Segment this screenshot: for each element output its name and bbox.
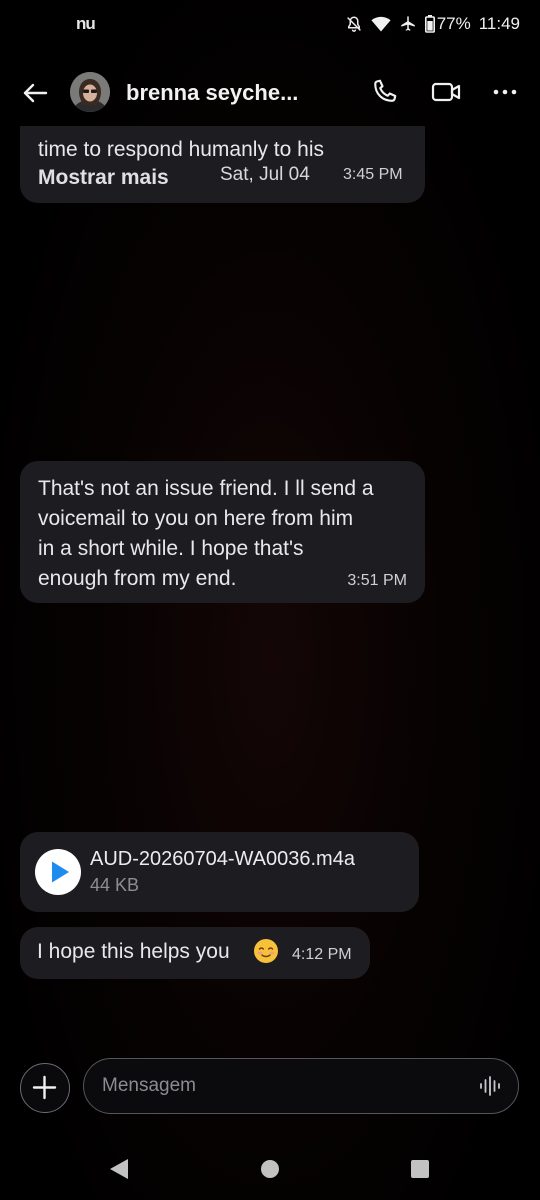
square-recents-icon (411, 1160, 429, 1178)
show-more-link[interactable]: Mostrar mais (38, 166, 169, 190)
nav-recents-button[interactable] (410, 1159, 430, 1179)
message-line: That's not an issue friend. I ll send a (38, 477, 374, 500)
status-icons: 77% 11:49 (345, 14, 520, 34)
message-time: 4:12 PM (292, 946, 352, 963)
add-attachment-button[interactable] (20, 1063, 70, 1113)
phone-icon (374, 79, 397, 102)
video-camera-icon (431, 82, 461, 102)
airplane-icon (400, 16, 415, 31)
message-time: 3:45 PM (343, 166, 403, 183)
nav-back-button[interactable] (108, 1157, 130, 1181)
audio-attachment[interactable]: AUD-20260704-WA0036.m4a 44 KB (20, 832, 419, 912)
play-icon (52, 861, 69, 883)
message-date: Sat, Jul 04 (220, 164, 310, 185)
smiling-face-icon (254, 939, 278, 963)
triangle-back-icon (110, 1159, 128, 1179)
message-text: I hope this helps you (37, 940, 230, 963)
more-options-button[interactable] (490, 77, 520, 107)
voice-message-button[interactable] (478, 1074, 502, 1098)
battery-icon (424, 15, 435, 33)
mute-bell-icon (346, 16, 361, 32)
message-bubble[interactable]: I hope this helps you 4:12 PM (20, 927, 370, 979)
more-horizontal-icon (493, 89, 517, 95)
status-bar: nu 77% 11:49 (0, 0, 540, 52)
call-button[interactable] (369, 77, 399, 107)
chat-header: brenna seyche... (0, 60, 540, 124)
plus-icon (32, 1075, 57, 1100)
voice-waveform-icon (480, 1076, 500, 1096)
message-input[interactable] (102, 1059, 472, 1112)
clock: 11:49 (478, 14, 520, 33)
message-line: voicemail to you on here from him (38, 507, 354, 530)
message-line: in a short while. I hope that's (38, 537, 304, 560)
system-navigation-bar (0, 1140, 540, 1200)
carrier-label: nu (76, 14, 96, 33)
play-button[interactable] (35, 849, 81, 895)
message-time: 3:51 PM (347, 572, 407, 589)
file-size: 44 KB (90, 875, 140, 895)
contact-photo (70, 72, 110, 112)
wifi-icon (371, 16, 391, 32)
video-call-button[interactable] (430, 77, 462, 107)
file-name: AUD-20260704-WA0036.m4a (90, 848, 355, 870)
avatar[interactable] (70, 72, 110, 112)
contact-name[interactable]: brenna seyche... (126, 80, 336, 106)
back-button[interactable] (20, 78, 50, 108)
message-bubble[interactable]: That's not an issue friend. I ll send a … (20, 461, 425, 603)
circle-home-icon (261, 1160, 279, 1178)
nav-home-button[interactable] (260, 1159, 280, 1179)
message-composer (83, 1058, 519, 1114)
message-text: time to respond humanly to his (38, 138, 324, 161)
battery-indicator: 77% (424, 14, 471, 34)
battery-percent: 77% (436, 14, 471, 33)
arrow-left-icon (23, 83, 48, 103)
